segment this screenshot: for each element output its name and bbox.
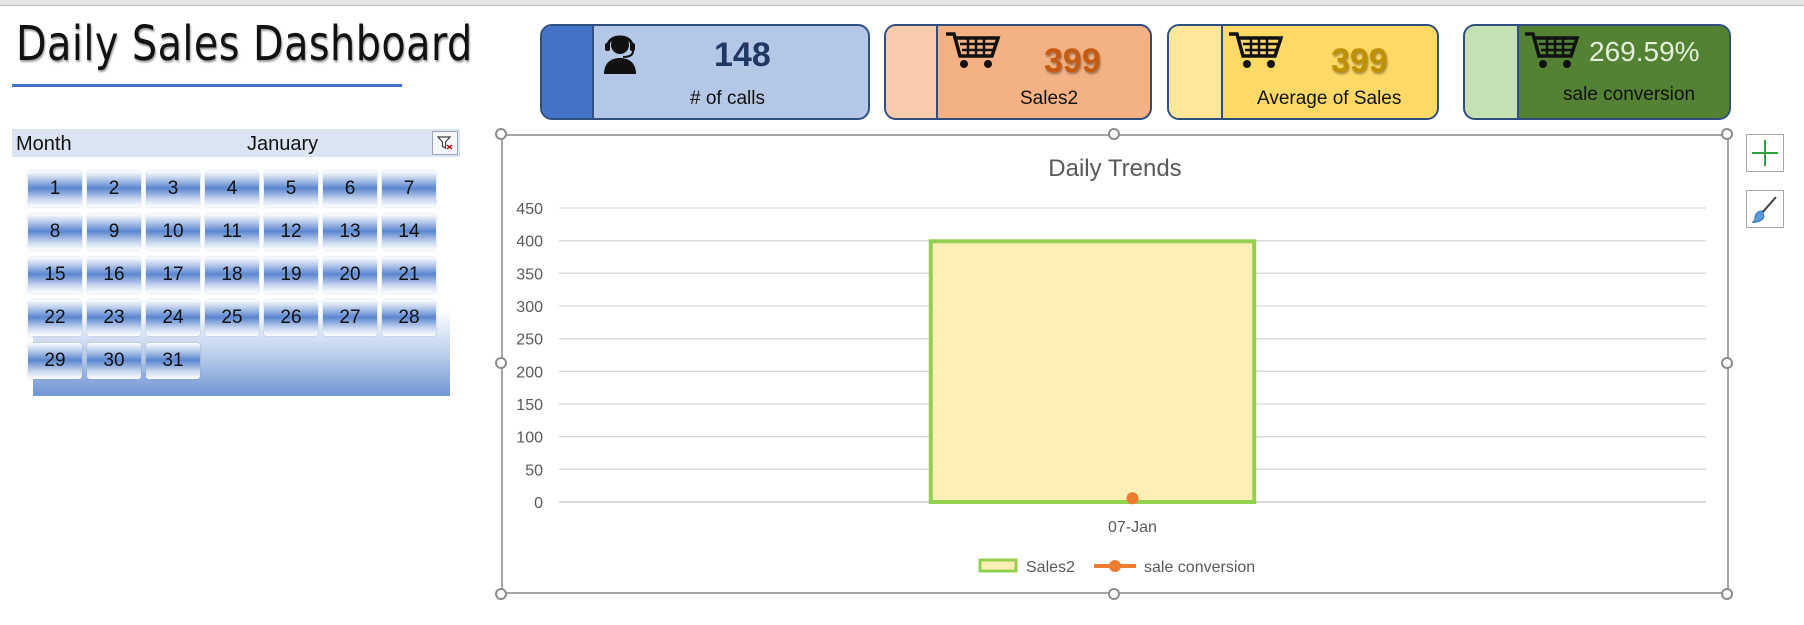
day-button-31[interactable]: 31	[146, 343, 200, 379]
day-button-25[interactable]: 25	[205, 300, 259, 336]
headset-person-icon	[600, 30, 640, 79]
day-button-23[interactable]: 23	[87, 300, 141, 336]
month-slicer-header: Month January	[12, 129, 460, 157]
x-tick-label: 07-Jan	[1108, 519, 1157, 536]
y-tick-label: 400	[516, 234, 543, 251]
slicer-selected-value: January	[247, 133, 319, 155]
day-button-11[interactable]: 11	[205, 214, 259, 250]
day-button-8[interactable]: 8	[28, 214, 82, 250]
resize-handle-bottom-right[interactable]	[1721, 588, 1733, 600]
kpi-card-accent	[1169, 26, 1223, 118]
kpi-card-accent	[542, 26, 594, 118]
filter-clear-icon	[437, 136, 453, 150]
kpi-label: Average of Sales	[1257, 88, 1402, 109]
legend-swatch-sales2	[978, 558, 1018, 573]
day-button-3[interactable]: 3	[146, 171, 200, 207]
kpi-card-4: 269.59% sale conversion	[1463, 24, 1731, 120]
point-sale-conversion[interactable]	[1126, 492, 1139, 505]
day-button-12[interactable]: 12	[264, 214, 318, 250]
kpi-label: Sales2	[1020, 88, 1079, 109]
shopping-cart-icon	[1227, 30, 1285, 75]
bar-sales2[interactable]	[928, 239, 1257, 504]
kpi-card-accent	[886, 26, 938, 118]
daily-trends-chart[interactable]: Daily Trends 0 50 100 150 200 250 300 350 400 450…	[501, 134, 1729, 594]
y-tick-label: 450	[516, 201, 543, 218]
kpi-value: 399	[1044, 42, 1101, 80]
legend-marker-sale-conversion	[1109, 560, 1121, 572]
resize-handle-top-right[interactable]	[1721, 128, 1733, 140]
resize-handle-bottom-left[interactable]	[495, 588, 507, 600]
day-button-10[interactable]: 10	[146, 214, 200, 250]
day-button-26[interactable]: 26	[264, 300, 318, 336]
kpi-card-3: 399 Average of Sales	[1167, 24, 1439, 120]
day-button-29[interactable]: 29	[28, 343, 82, 379]
title-underline	[12, 84, 402, 87]
kpi-value: 148	[714, 36, 771, 74]
legend-label-sale-conversion: sale conversion	[1144, 559, 1255, 576]
resize-handle-bottom[interactable]	[1108, 588, 1120, 600]
kpi-label: sale conversion	[1563, 84, 1696, 105]
y-tick-label: 250	[516, 332, 543, 349]
day-button-24[interactable]: 24	[146, 300, 200, 336]
y-tick-label: 300	[516, 299, 543, 316]
chart-elements-button[interactable]	[1746, 134, 1784, 172]
y-tick-label: 150	[516, 397, 543, 414]
resize-handle-left[interactable]	[495, 357, 507, 369]
day-button-2[interactable]: 2	[87, 171, 141, 207]
chart-svg: Daily Trends 0 50 100 150 200 250 300 350 400 450…	[516, 155, 1706, 576]
y-tick-label: 0	[534, 495, 543, 512]
day-button-6[interactable]: 6	[323, 171, 377, 207]
day-button-13[interactable]: 13	[323, 214, 377, 250]
day-button-19[interactable]: 19	[264, 257, 318, 293]
kpi-card-1: 148 # of calls	[540, 24, 870, 120]
y-tick-label: 200	[516, 364, 543, 381]
day-button-15[interactable]: 15	[28, 257, 82, 293]
shopping-cart-icon	[944, 30, 1002, 75]
kpi-value: 399	[1331, 42, 1388, 80]
y-tick-label: 50	[525, 462, 543, 479]
day-button-27[interactable]: 27	[323, 300, 377, 336]
page-title: Daily Sales Dashboard	[16, 16, 473, 72]
paintbrush-icon	[1751, 196, 1777, 223]
chart-title: Daily Trends	[1048, 155, 1181, 182]
day-button-20[interactable]: 20	[323, 257, 377, 293]
day-button-7[interactable]: 7	[382, 171, 436, 207]
column-header-strip	[0, 0, 1804, 6]
y-tick-label: 100	[516, 430, 543, 447]
kpi-value: 269.59%	[1589, 36, 1700, 67]
plus-icon	[1752, 140, 1778, 166]
kpi-label: # of calls	[690, 88, 765, 109]
slicer-field-label: Month	[16, 133, 72, 155]
day-button-16[interactable]: 16	[87, 257, 141, 293]
resize-handle-top[interactable]	[1108, 128, 1120, 140]
day-button-21[interactable]: 21	[382, 257, 436, 293]
kpi-card-accent	[1465, 26, 1519, 118]
day-button-5[interactable]: 5	[264, 171, 318, 207]
kpi-card-2: 399 Sales2	[884, 24, 1152, 120]
day-button-18[interactable]: 18	[205, 257, 259, 293]
day-button-28[interactable]: 28	[382, 300, 436, 336]
y-tick-label: 350	[516, 266, 543, 283]
chart-styles-button[interactable]	[1746, 190, 1784, 228]
shopping-cart-icon	[1523, 30, 1581, 75]
day-button-9[interactable]: 9	[87, 214, 141, 250]
legend-label-sales2: Sales2	[1026, 559, 1075, 576]
day-button-22[interactable]: 22	[28, 300, 82, 336]
resize-handle-top-left[interactable]	[495, 128, 507, 140]
day-button-1[interactable]: 1	[28, 171, 82, 207]
clear-filter-button[interactable]	[432, 131, 458, 155]
day-button-4[interactable]: 4	[205, 171, 259, 207]
resize-handle-right[interactable]	[1721, 357, 1733, 369]
day-button-17[interactable]: 17	[146, 257, 200, 293]
day-button-30[interactable]: 30	[87, 343, 141, 379]
day-button-14[interactable]: 14	[382, 214, 436, 250]
